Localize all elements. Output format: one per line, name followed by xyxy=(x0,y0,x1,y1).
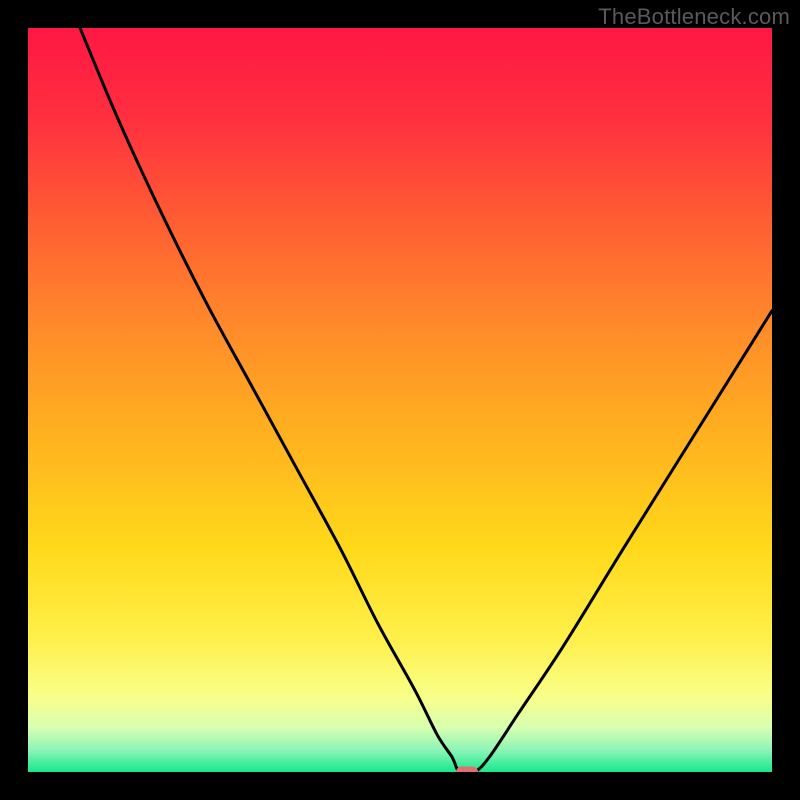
watermark-text: TheBottleneck.com xyxy=(598,4,790,30)
optimal-point-marker xyxy=(456,767,478,773)
plot-area xyxy=(28,28,772,772)
bottleneck-curve xyxy=(28,28,772,772)
chart-frame: TheBottleneck.com xyxy=(0,0,800,800)
